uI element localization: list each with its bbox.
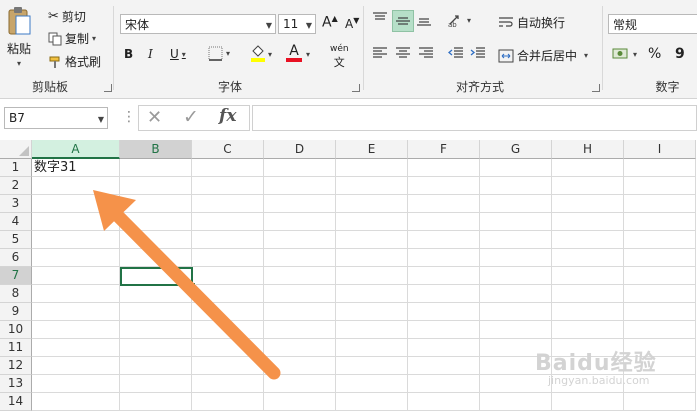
watermark-url: jingyan.baidu.com: [548, 374, 650, 387]
watermark-brand: Baidu经验: [535, 351, 657, 376]
